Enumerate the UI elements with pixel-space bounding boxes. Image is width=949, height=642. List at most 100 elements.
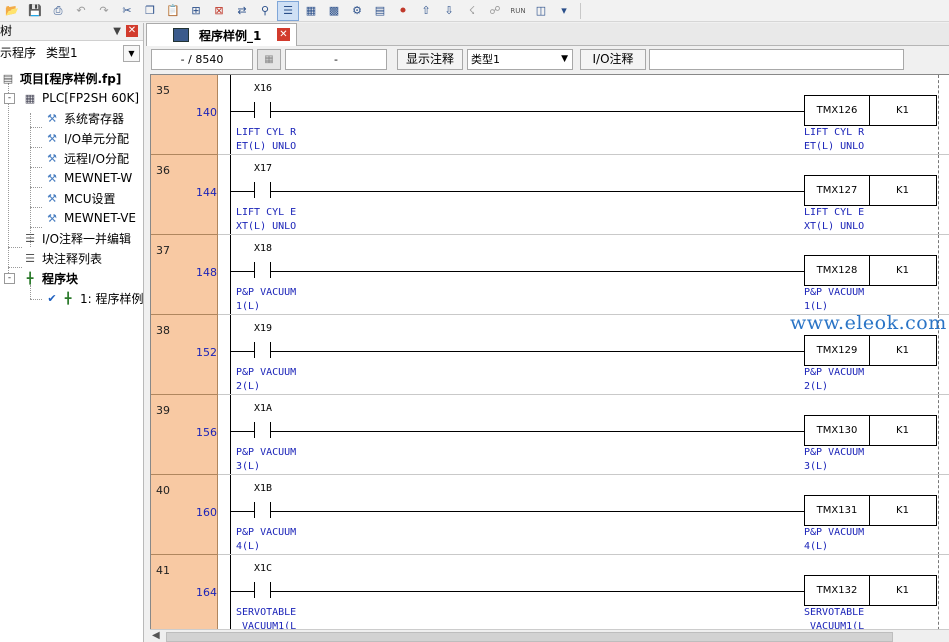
- contact-address[interactable]: X1A: [254, 403, 272, 414]
- tree-node-mcu[interactable]: ⚒ MCU设置: [44, 188, 115, 208]
- upload-icon[interactable]: ⇧: [416, 2, 436, 20]
- tree-node-program-block[interactable]: ╋ 程序块: [22, 268, 78, 288]
- tab-program-example[interactable]: 程序样例_1 ✕: [146, 23, 297, 46]
- monitor-icon[interactable]: ▤: [370, 2, 390, 20]
- timer-instruction[interactable]: TMX128 K1: [804, 255, 937, 286]
- project-icon: ▤: [2, 71, 14, 85]
- tree-node-io-comment[interactable]: ☰ I/O注释一并编辑: [22, 228, 131, 248]
- more-icon[interactable]: ▾: [554, 2, 574, 20]
- tree-node-system-register[interactable]: ⚒ 系统寄存器: [44, 108, 124, 128]
- address-mode-icon[interactable]: ▦: [257, 49, 281, 70]
- open-icon[interactable]: 📂: [2, 2, 22, 20]
- contact-right-bar: [270, 262, 271, 278]
- compile-icon[interactable]: ⚙: [347, 2, 367, 20]
- checkmark-icon: ✔: [47, 291, 57, 305]
- ladder-rung[interactable]: 37 148 X18 P&P VACUUM 1(L) TMX128 K1 P&P VACUU…: [151, 235, 949, 315]
- contact-address[interactable]: X1C: [254, 563, 272, 574]
- contact-left-bar: [254, 502, 255, 518]
- timer-instruction[interactable]: TMX126 K1: [804, 95, 937, 126]
- rung-number: 41: [156, 564, 170, 577]
- wire: [271, 111, 804, 112]
- print-icon[interactable]: ⎙: [48, 2, 68, 20]
- tree-node-remote-io[interactable]: ⚒ 远程I/O分配: [44, 148, 129, 168]
- rung-gutter: 41 164: [151, 555, 218, 629]
- ladder-rung[interactable]: 36 144 X17 LIFT CYL E XT(L) UNLO TMX127 K1 LIF…: [151, 155, 949, 235]
- tree-node-program-item[interactable]: ✔ ╋ 1: 程序样例: [44, 288, 143, 308]
- tree-node-project[interactable]: ▤ 项目[程序样例.fp]: [0, 68, 122, 88]
- paste-icon[interactable]: 📋: [163, 2, 183, 20]
- collapse-icon[interactable]: -: [4, 273, 15, 284]
- scrollbar-thumb[interactable]: [166, 632, 893, 642]
- ladder-view-icon[interactable]: ▦: [301, 2, 321, 20]
- contact-right-bar: [270, 182, 271, 198]
- contact-address[interactable]: X16: [254, 83, 272, 94]
- offline-icon[interactable]: ☇: [462, 2, 482, 20]
- contact-comment: P&P VACUUM 2(L): [236, 367, 297, 392]
- close-tab-icon[interactable]: ✕: [277, 28, 290, 41]
- pin-icon[interactable]: ▼: [113, 23, 121, 40]
- contact-address[interactable]: X1B: [254, 483, 272, 494]
- settings-icon[interactable]: ◫: [531, 2, 551, 20]
- scroll-left-icon[interactable]: ◀: [152, 630, 160, 641]
- chevron-down-icon[interactable]: ▼: [561, 50, 568, 69]
- boolean-view-icon[interactable]: ▩: [324, 2, 344, 20]
- contact-address[interactable]: X17: [254, 163, 272, 174]
- rung-gutter: 40 160: [151, 475, 218, 555]
- replace-icon[interactable]: ⇄: [232, 2, 252, 20]
- timer-instruction[interactable]: TMX129 K1: [804, 335, 937, 366]
- contact-comment: P&P VACUUM 3(L): [236, 447, 297, 472]
- copy-icon[interactable]: ❐: [140, 2, 160, 20]
- timer-instruction[interactable]: TMX127 K1: [804, 175, 937, 206]
- tree-line: [30, 187, 42, 188]
- wire: [231, 351, 254, 352]
- timer-comment: LIFT CYL E XT(L) UNLO: [804, 207, 865, 232]
- timer-instruction[interactable]: TMX131 K1: [804, 495, 937, 526]
- timer-instruction[interactable]: TMX132 K1: [804, 575, 937, 606]
- cut-icon[interactable]: ✂: [117, 2, 137, 20]
- collapse-icon[interactable]: -: [4, 93, 15, 104]
- ladder-rung[interactable]: 39 156 X1A P&P VACUUM 3(L) TMX130 K1 P&P VACUU…: [151, 395, 949, 475]
- io-comment-button[interactable]: I/O注释: [580, 49, 646, 70]
- contact-address[interactable]: X18: [254, 243, 272, 254]
- run-icon[interactable]: RUN: [508, 2, 528, 20]
- rung-number: 39: [156, 404, 170, 417]
- tree-node-plc[interactable]: ▦ PLC[FP2SH 60K]: [22, 88, 139, 108]
- comment-type-select[interactable]: 类型1 ▼: [467, 49, 573, 70]
- show-comment-button[interactable]: 显示注释: [397, 49, 463, 70]
- wire: [231, 591, 254, 592]
- contact-right-bar: [270, 582, 271, 598]
- program-icon[interactable]: ☍: [485, 2, 505, 20]
- filter-select[interactable]: 类型1: [46, 41, 78, 65]
- list-view-icon[interactable]: ☰: [277, 0, 299, 21]
- wire: [271, 591, 804, 592]
- save-icon[interactable]: 💾: [25, 2, 45, 20]
- undo-icon[interactable]: ↶: [71, 2, 91, 20]
- contact-address[interactable]: X19: [254, 323, 272, 334]
- contact-right-bar: [270, 342, 271, 358]
- ladder-rung[interactable]: 41 164 X1C SERVOTABLE VACUUM1(L TMX132 K1 SERV…: [151, 555, 949, 629]
- timer-comment: SERVOTABLE VACUUM1(L: [804, 607, 865, 629]
- tree-node-block-comment[interactable]: ☰ 块注释列表: [22, 248, 102, 268]
- delete-row-icon[interactable]: ⊠: [209, 2, 229, 20]
- ladder-editor[interactable]: 35 140 X16 LIFT CYL R ET(L) UNLO TMX126 K1 LIF…: [150, 74, 949, 629]
- watermark: www.eleok.com: [790, 312, 947, 334]
- timer-instruction[interactable]: TMX130 K1: [804, 415, 937, 446]
- horizontal-scrollbar[interactable]: ◀: [150, 629, 949, 642]
- find-icon[interactable]: ⚲: [255, 2, 275, 20]
- close-icon[interactable]: ✕: [126, 25, 138, 37]
- online-icon[interactable]: ⇩: [439, 2, 459, 20]
- tree-node-mewnet-w[interactable]: ⚒ MEWNET-W: [44, 168, 132, 188]
- ladder-rung[interactable]: 40 160 X1B P&P VACUUM 4(L) TMX131 K1 P&P VACUU…: [151, 475, 949, 555]
- chevron-down-icon[interactable]: ▼: [123, 45, 140, 62]
- ladder-doc-icon: [173, 28, 189, 42]
- ladder-rung[interactable]: 35 140 X16 LIFT CYL R ET(L) UNLO TMX126 K1 LIF…: [151, 75, 949, 155]
- download-icon[interactable]: ⚫: [393, 2, 413, 20]
- timer-name: TMX129: [805, 336, 870, 365]
- position-field: - / 8540: [151, 49, 253, 70]
- io-comment-field[interactable]: [649, 49, 904, 70]
- redo-icon[interactable]: ↷: [94, 2, 114, 20]
- insert-row-icon[interactable]: ⊞: [186, 2, 206, 20]
- step-address: 140: [196, 106, 217, 119]
- tree-node-mewnet-ve[interactable]: ⚒ MEWNET-VE: [44, 208, 136, 228]
- tree-node-io-unit[interactable]: ⚒ I/O单元分配: [44, 128, 129, 148]
